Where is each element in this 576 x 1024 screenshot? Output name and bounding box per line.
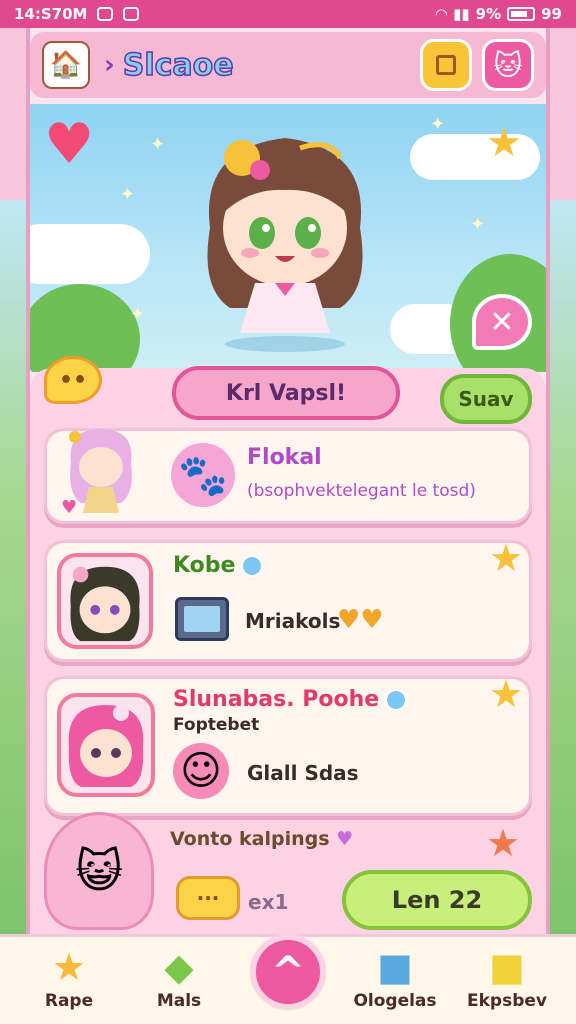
verified-badge-icon [241,555,264,577]
chat-bubble-icon[interactable]: •• [44,356,102,404]
sparkle-icon: ✦ [120,184,136,205]
sparkle-icon: ✦ [430,114,446,135]
nav-label: Ekpsbev [467,991,547,1011]
verified-badge-icon [385,689,408,711]
star-icon[interactable]: ★ [485,536,527,580]
sparkle-icon: ✦ [470,214,486,235]
nav-item-rape[interactable]: ★ Rape [14,943,124,1023]
speech-bubble-icon[interactable]: ··· [176,876,240,920]
star-icon: ★ [486,120,522,166]
nav-item-ekpsbev[interactable]: ■ Ekpsbev [452,943,562,1023]
battery-text: 9% [475,5,502,23]
pink-pet-icon: 🐾 [171,443,235,507]
character-avatar[interactable] [180,118,390,358]
left-scenery [0,200,26,960]
card-name: Flokal [247,445,322,470]
cat-icon: 🐱 [493,48,523,82]
star-icon[interactable]: ★ [482,821,524,865]
card-name-text: Slunabas. Poohe [173,687,380,712]
cat-button[interactable]: 🐱 [482,39,534,91]
portrait-art [68,705,144,787]
pink-girl-icon: ☺ [173,743,229,799]
close-icon[interactable]: ✕ [472,294,532,350]
box-icon: ■ [489,945,525,989]
star-icon: ★ [51,945,87,989]
status-bar: 14:S70M ◠ ▮▮ 9% 99 [0,0,576,28]
banner-title: Krl Vapsl! [172,366,400,420]
nav-label: Rape [44,991,94,1011]
notification-icon [97,7,114,21]
heart-icon: ♥ [61,497,78,518]
card-subtitle: Foptebet [173,715,260,735]
count-label: ex1 [248,890,289,914]
signal-text: 99 [541,5,562,23]
pink-cat-mascot: 😺 [44,812,154,930]
card-name: Vonto kalpings ♥ [170,828,353,850]
character-portrait [57,553,153,649]
card-name: Slunabas. Poohe [173,687,408,712]
star-icon[interactable]: ★ [485,672,527,716]
portrait-art [70,566,140,642]
card-detail: Glall Sdas [247,761,359,785]
sparkle-icon: ✦ [150,134,166,155]
page-title: Slcaoe [122,47,234,84]
header: 🏠 › Slcaoe 🐱 [30,32,546,98]
square-icon [436,55,456,75]
level-button[interactable]: Len 22 [342,870,532,930]
shop-icon: ■ [377,945,413,989]
nav-label: Mals [156,991,202,1011]
nav-item-ologelas[interactable]: ■ Ologelas [340,943,450,1023]
chevron-right-icon: › [104,50,115,80]
center-action-button[interactable]: ^ [250,934,326,1010]
character-card[interactable]: Kobe Mriakols ♥♥ ★ [44,536,532,662]
heart-icon: ♥♥ [337,605,384,635]
tablet-icon [175,597,229,641]
card-subtitle: (bsophvektelegant le tosd) [247,481,476,501]
hero-scene: ✦ ✦ ✦ ✦ ✦ ♥ ★ ✕ [30,104,546,372]
character-card[interactable]: 🐾 Flokal (bsophvektelegant le tosd) ♥ [44,428,532,524]
nav-label: Ologelas [353,991,437,1011]
status-time: 14:S70M [14,5,88,23]
house-icon[interactable]: 🏠 [42,41,90,89]
character-card[interactable]: Slunabas. Poohe Foptebet ☺ Glall Sdas ★ [44,672,532,816]
wifi-icon: ◠ [435,5,448,23]
cloud [30,224,150,284]
sparkle-icon: ✦ [130,304,146,325]
save-button[interactable]: Suav [440,374,532,424]
right-scenery [550,200,576,960]
map-icon: ◆ [164,945,194,989]
card-name-text: Kobe [173,553,236,578]
up-arrow-icon: ^ [271,949,305,995]
battery-icon [507,7,536,21]
square-button[interactable] [420,39,472,91]
nav-item-mals[interactable]: ◆ Mals [124,943,234,1023]
game-controller-icon [123,7,140,21]
heart-balloon-icon: ♥ [44,112,95,177]
heart-icon: ♥ [336,828,354,850]
card-name-text: Vonto kalpings [170,828,330,850]
card-detail: Mriakols [245,609,341,633]
card-name: Kobe [173,553,264,578]
character-portrait [57,693,155,797]
signal-icon: ▮▮ [453,5,470,23]
